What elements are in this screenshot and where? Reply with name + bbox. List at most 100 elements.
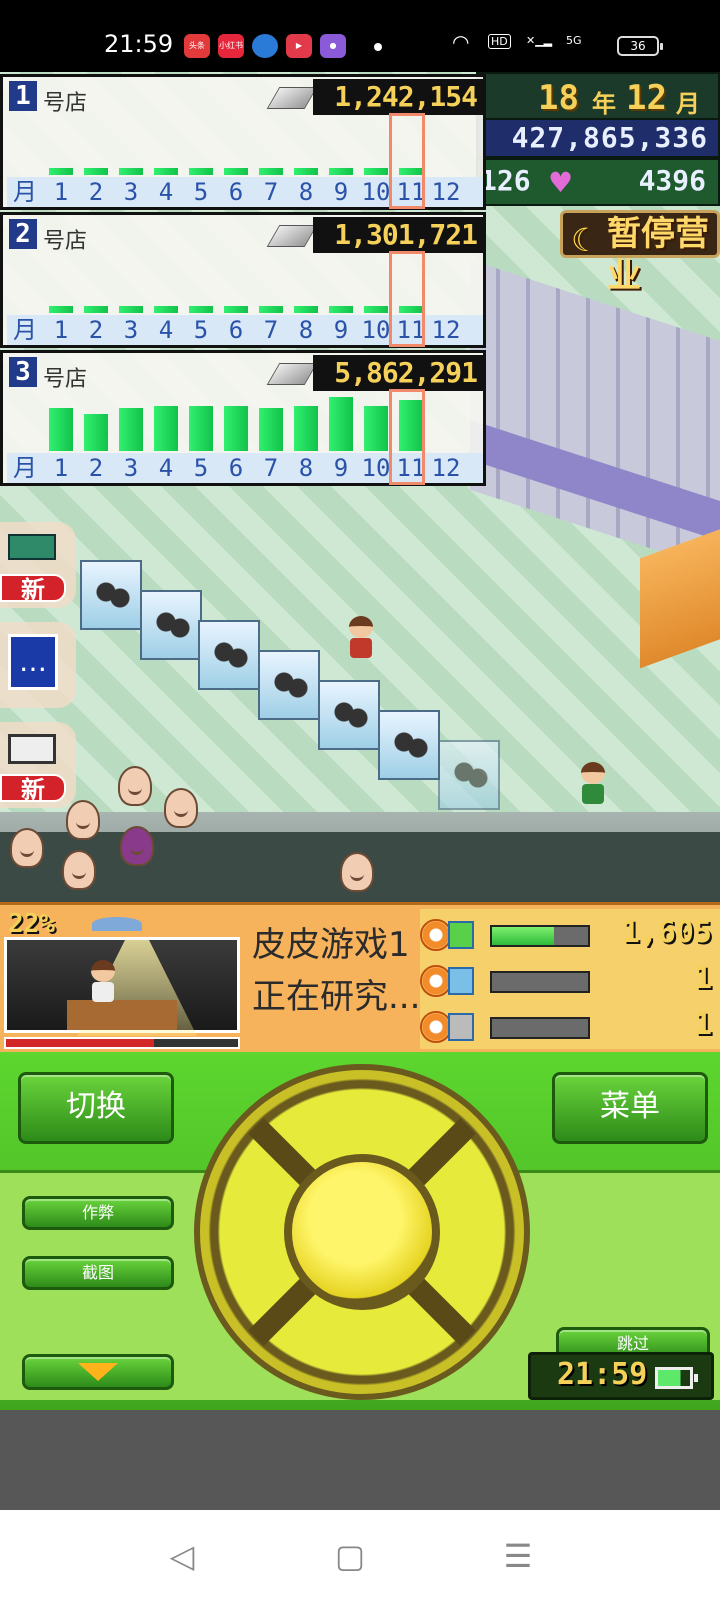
research-stat-row: 1 <box>420 1007 720 1051</box>
sales-bar <box>259 168 283 175</box>
clock-time: 21:59 <box>557 1357 648 1392</box>
home-icon[interactable]: ▢ <box>330 1536 370 1576</box>
month-label: 6 <box>228 454 244 482</box>
sales-bar <box>329 168 353 175</box>
battery-icon: 36 <box>617 36 663 56</box>
display-cabinet[interactable] <box>438 740 500 810</box>
sales-bar <box>364 306 388 313</box>
month-label: 1 <box>53 316 69 344</box>
switch-button[interactable]: 切换 <box>18 1072 174 1144</box>
sales-bar <box>364 168 388 175</box>
month-label: 5 <box>193 454 209 482</box>
sales-bar <box>154 406 178 451</box>
graphics-stat-icon <box>420 1009 480 1049</box>
screenshot-button[interactable]: 截图 <box>22 1256 174 1290</box>
customer-face <box>118 766 152 806</box>
funds-display: 427,865,336 <box>476 118 720 158</box>
month-label: 5 <box>193 178 209 206</box>
display-cabinet[interactable] <box>198 620 260 690</box>
notification-dot-icon <box>374 43 382 51</box>
current-month-highlight <box>389 389 425 485</box>
cheat-button[interactable]: 作弊 <box>22 1196 174 1230</box>
display-cabinet[interactable] <box>258 650 320 720</box>
research-progress-bar <box>4 1037 240 1049</box>
month-label: 4 <box>158 454 174 482</box>
sales-bar <box>119 168 143 175</box>
sales-bar <box>294 306 318 313</box>
dpad[interactable] <box>194 1064 530 1400</box>
month-label: 1 <box>53 454 69 482</box>
store-sales: 1,301,721 <box>313 217 483 253</box>
researcher-character <box>89 960 117 1004</box>
month-label: 8 <box>298 316 314 344</box>
sales-bar <box>364 406 388 451</box>
heart-icon: ♥ <box>548 166 574 199</box>
toutiao-app-icon: 头条 <box>184 34 210 58</box>
display-cabinet[interactable] <box>318 680 380 750</box>
new-badge: 新 <box>0 774 66 804</box>
customer-character[interactable] <box>578 762 608 806</box>
emulator-controller: 切换 菜单 作弊 截图 跳过 21:59 <box>0 1052 720 1410</box>
month-value: 12 <box>626 78 667 118</box>
month-label: 2 <box>88 454 104 482</box>
pause-business-button[interactable]: ☾ 暂停营业 <box>560 210 720 296</box>
store-label: 号店 <box>43 367 88 392</box>
computer-button[interactable]: 新 <box>0 722 76 808</box>
staff-character[interactable] <box>346 616 376 660</box>
hd-icon: HD <box>488 34 511 49</box>
store-number: 3 <box>9 357 37 387</box>
new-item-button[interactable]: 新 <box>0 522 76 608</box>
sales-bar <box>154 306 178 313</box>
month-label: 8 <box>298 454 314 482</box>
display-cabinet[interactable] <box>80 560 142 630</box>
store-panel-1[interactable]: 1 号店 1,242,154 月 1 2 3 4 5 6 7 8 9 10 11 12 <box>0 74 486 210</box>
month-label: 6 <box>228 178 244 206</box>
display-cabinet[interactable] <box>140 590 202 660</box>
store-number: 2 <box>9 219 37 249</box>
back-icon[interactable]: ◁ <box>162 1536 202 1576</box>
sales-bar <box>294 168 318 175</box>
sales-bar <box>154 168 178 175</box>
network-5g-icon: 5G <box>566 34 582 47</box>
fun-stat-icon <box>420 917 480 957</box>
stats-display: 126 ♥ 4396 <box>476 158 720 206</box>
creativity-stat-icon <box>420 963 480 1003</box>
recents-icon[interactable]: ☰ <box>498 1536 538 1576</box>
menu-button[interactable]: 菜单 <box>552 1072 708 1144</box>
research-panel[interactable]: 22% 皮皮游戏1 正在研究... 1,605 1 1 <box>0 902 720 1052</box>
store-panel-2[interactable]: 2 号店 1,301,721 月 1 2 3 4 5 6 7 8 9 10 11 12 <box>0 212 486 348</box>
current-month-highlight <box>389 113 425 209</box>
month-label: 12 <box>431 178 461 206</box>
sales-bar <box>84 168 108 175</box>
navigation-bar: ◁ ▢ ☰ <box>0 1510 720 1600</box>
month-label: 1 <box>53 178 69 206</box>
store-sales: 5,862,291 <box>313 355 483 391</box>
stat-bar <box>490 925 590 947</box>
month-label: 12 <box>431 316 461 344</box>
current-month-highlight <box>389 251 425 347</box>
date-display: 18 年 12 月 <box>476 72 720 120</box>
sales-bar <box>189 406 213 451</box>
month-label: 9 <box>333 178 349 206</box>
sales-bar <box>119 306 143 313</box>
research-portrait <box>4 937 240 1036</box>
store-label: 号店 <box>43 229 88 254</box>
sales-bar <box>189 306 213 313</box>
month-label: 12 <box>431 454 461 482</box>
month-label: 9 <box>333 316 349 344</box>
month-label: 3 <box>123 178 139 206</box>
research-stats: 1,605 1 1 <box>420 909 720 1049</box>
collapse-button[interactable] <box>22 1354 174 1390</box>
message-button[interactable]: … <box>0 622 76 708</box>
sales-bar <box>49 168 73 175</box>
sales-bar <box>49 306 73 313</box>
month-label: 4 <box>158 178 174 206</box>
display-cabinet[interactable] <box>378 710 440 780</box>
store-panel-3[interactable]: 3 号店 5,862,291 月 1 2 3 4 5 6 7 8 9 10 11 12 <box>0 350 486 486</box>
dpad-center-button[interactable] <box>284 1154 440 1310</box>
sales-bar <box>294 406 318 451</box>
research-points-value: 126 <box>480 164 531 197</box>
month-label: 6 <box>228 316 244 344</box>
research-title: 皮皮游戏1 <box>252 925 410 965</box>
stat-bar <box>490 971 590 993</box>
